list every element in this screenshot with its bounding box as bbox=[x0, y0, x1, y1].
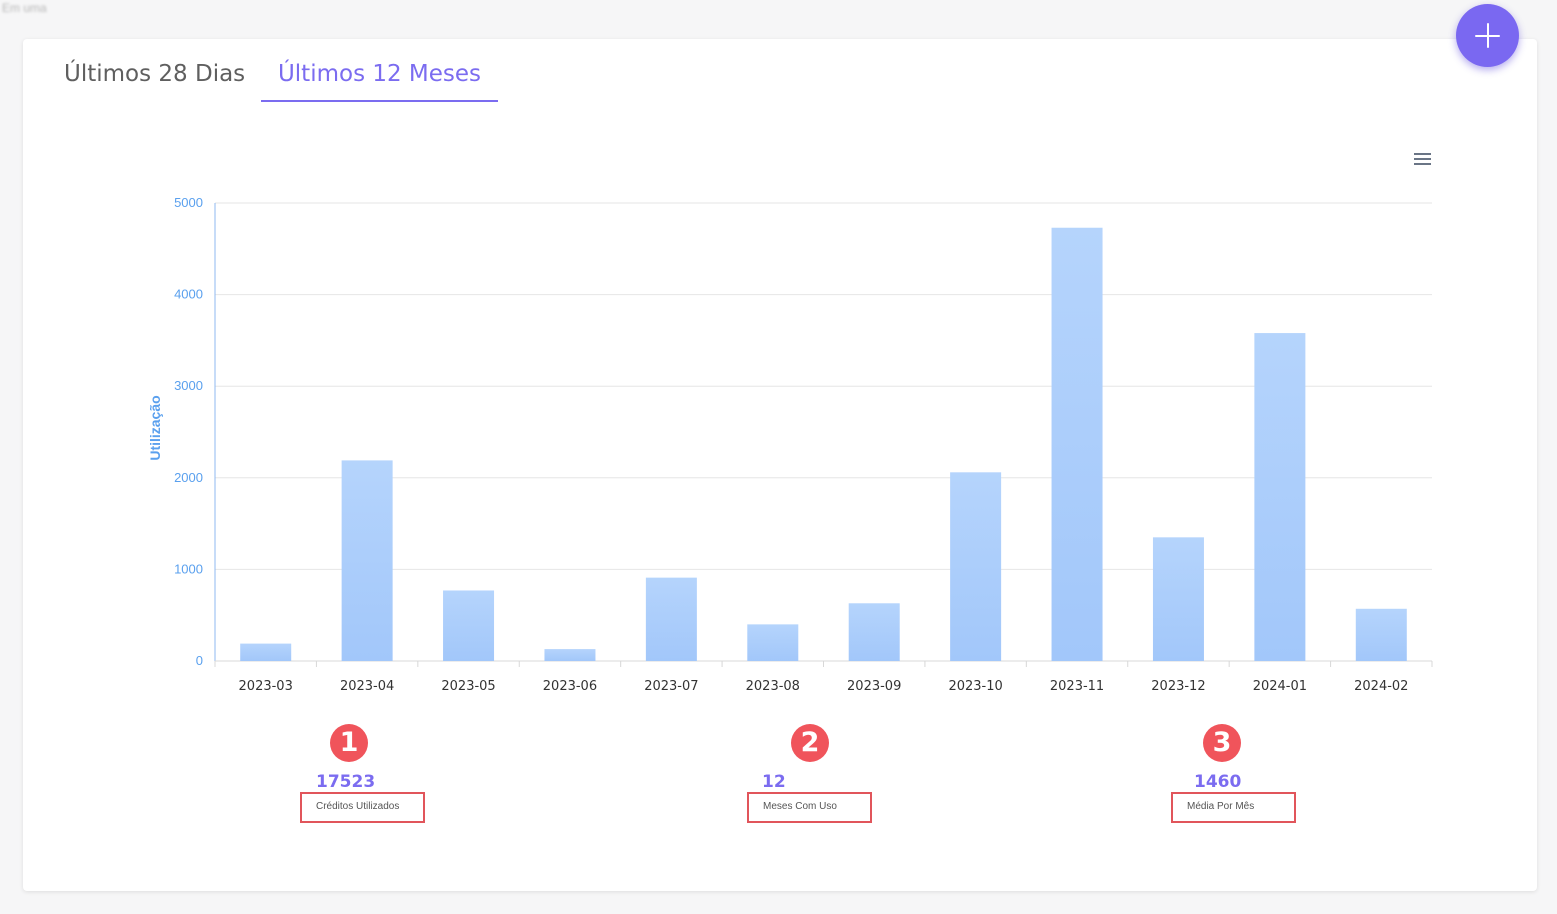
badge-2: 2 bbox=[791, 724, 829, 762]
y-tick-label: 5000 bbox=[174, 195, 203, 210]
bar bbox=[950, 472, 1002, 661]
x-tick-label: 2023-04 bbox=[340, 679, 394, 694]
x-tick-label: 2023-05 bbox=[441, 679, 495, 694]
average-per-month-value: 1460 bbox=[1194, 772, 1242, 792]
x-tick-label: 2023-10 bbox=[948, 679, 1002, 694]
bar bbox=[848, 603, 900, 661]
credits-used-value: 17523 bbox=[316, 772, 376, 792]
x-tick-label: 2023-09 bbox=[847, 679, 901, 694]
x-tick-label: 2023-11 bbox=[1050, 679, 1104, 694]
months-with-use-label: Meses Com Uso bbox=[747, 792, 872, 823]
bar bbox=[1152, 537, 1204, 661]
badge-1: 1 bbox=[330, 724, 368, 762]
bar bbox=[1355, 608, 1407, 661]
bar bbox=[240, 643, 292, 661]
x-tick-label: 2023-12 bbox=[1151, 679, 1205, 694]
y-tick-label: 2000 bbox=[174, 470, 203, 485]
y-tick-label: 4000 bbox=[174, 287, 203, 302]
bar bbox=[1051, 227, 1103, 661]
bar bbox=[341, 460, 393, 661]
months-with-use-value: 12 bbox=[762, 772, 786, 792]
average-per-month-label: Média Por Mês bbox=[1171, 792, 1296, 823]
bar bbox=[443, 590, 495, 661]
x-tick-label: 2023-07 bbox=[644, 679, 698, 694]
bar bbox=[747, 624, 799, 661]
bar bbox=[1254, 333, 1306, 661]
y-axis-title: Utilização bbox=[147, 395, 163, 460]
x-tick-label: 2024-02 bbox=[1354, 679, 1408, 694]
badge-3: 3 bbox=[1203, 724, 1241, 762]
x-tick-label: 2023-03 bbox=[239, 679, 293, 694]
y-tick-label: 1000 bbox=[174, 561, 203, 576]
bar bbox=[544, 649, 596, 661]
y-tick-label: 0 bbox=[196, 653, 203, 668]
x-tick-label: 2023-08 bbox=[746, 679, 800, 694]
y-tick-label: 3000 bbox=[174, 378, 203, 393]
x-tick-label: 2023-06 bbox=[543, 679, 597, 694]
x-tick-label: 2024-01 bbox=[1253, 679, 1307, 694]
bar bbox=[645, 577, 697, 661]
credits-used-label: Créditos Utilizados bbox=[300, 792, 425, 823]
